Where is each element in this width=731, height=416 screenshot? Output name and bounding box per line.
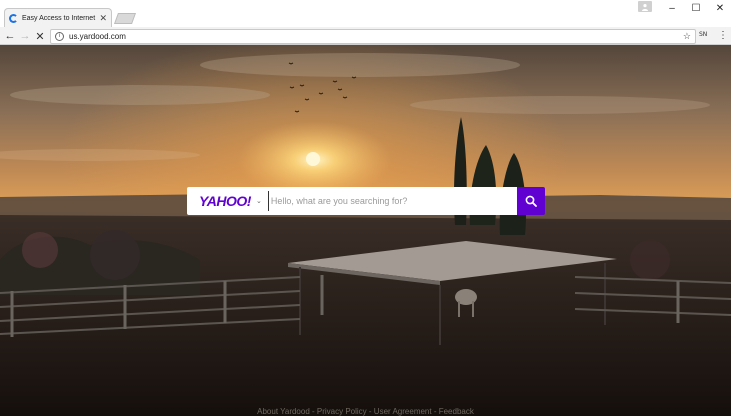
forward-button[interactable]: → [18,29,32,43]
address-bar[interactable]: i us.yardood.com ☆ [50,29,696,44]
url-text[interactable]: us.yardood.com [69,32,683,41]
footer-separator: - [309,407,317,416]
search-box: YAHOO! ⌄ [187,187,517,215]
search-bar: YAHOO! ⌄ [187,187,545,215]
yahoo-logo[interactable]: YAHOO! [199,193,251,209]
chevron-down-icon[interactable]: ⌄ [256,197,262,205]
footer-link-privacy[interactable]: Privacy Policy [317,407,367,416]
tab-close-icon[interactable]: ✕ [99,14,107,23]
back-button[interactable]: ← [3,29,17,43]
bookmark-star-icon[interactable]: ☆ [683,31,691,42]
background-photo [0,45,731,416]
new-tab-button[interactable] [113,13,137,24]
footer-link-about[interactable]: About Yardood [257,407,310,416]
profile-button[interactable] [638,1,652,12]
browser-tab[interactable]: Easy Access to Internet S ✕ [4,8,112,28]
profile-icon [642,3,648,11]
browser-menu-icon[interactable]: ⋮ [718,29,728,43]
footer-separator: - [366,407,374,416]
loading-spinner-icon [9,14,18,23]
close-window-button[interactable]: ✕ [706,0,731,16]
stop-loading-button[interactable]: ✕ [33,29,47,43]
footer-separator: - [431,407,439,416]
search-button[interactable] [517,187,545,215]
search-icon [525,195,537,207]
tab-title: Easy Access to Internet S [22,15,97,22]
search-input[interactable] [267,191,517,211]
tab-strip: Easy Access to Internet S ✕ – ☐ ✕ [0,0,731,28]
extension-sn-button[interactable]: SN [699,31,707,38]
page-content: YAHOO! ⌄ About Yardood - Privacy Policy … [0,45,731,416]
info-icon[interactable]: i [55,32,64,41]
browser-toolbar: ← → ✕ i us.yardood.com ☆ SN ⋮ [0,27,731,45]
footer-links: About Yardood - Privacy Policy - User Ag… [0,407,731,416]
footer-link-user-agreement[interactable]: User Agreement [374,407,432,416]
footer-link-feedback[interactable]: Feedback [439,407,474,416]
